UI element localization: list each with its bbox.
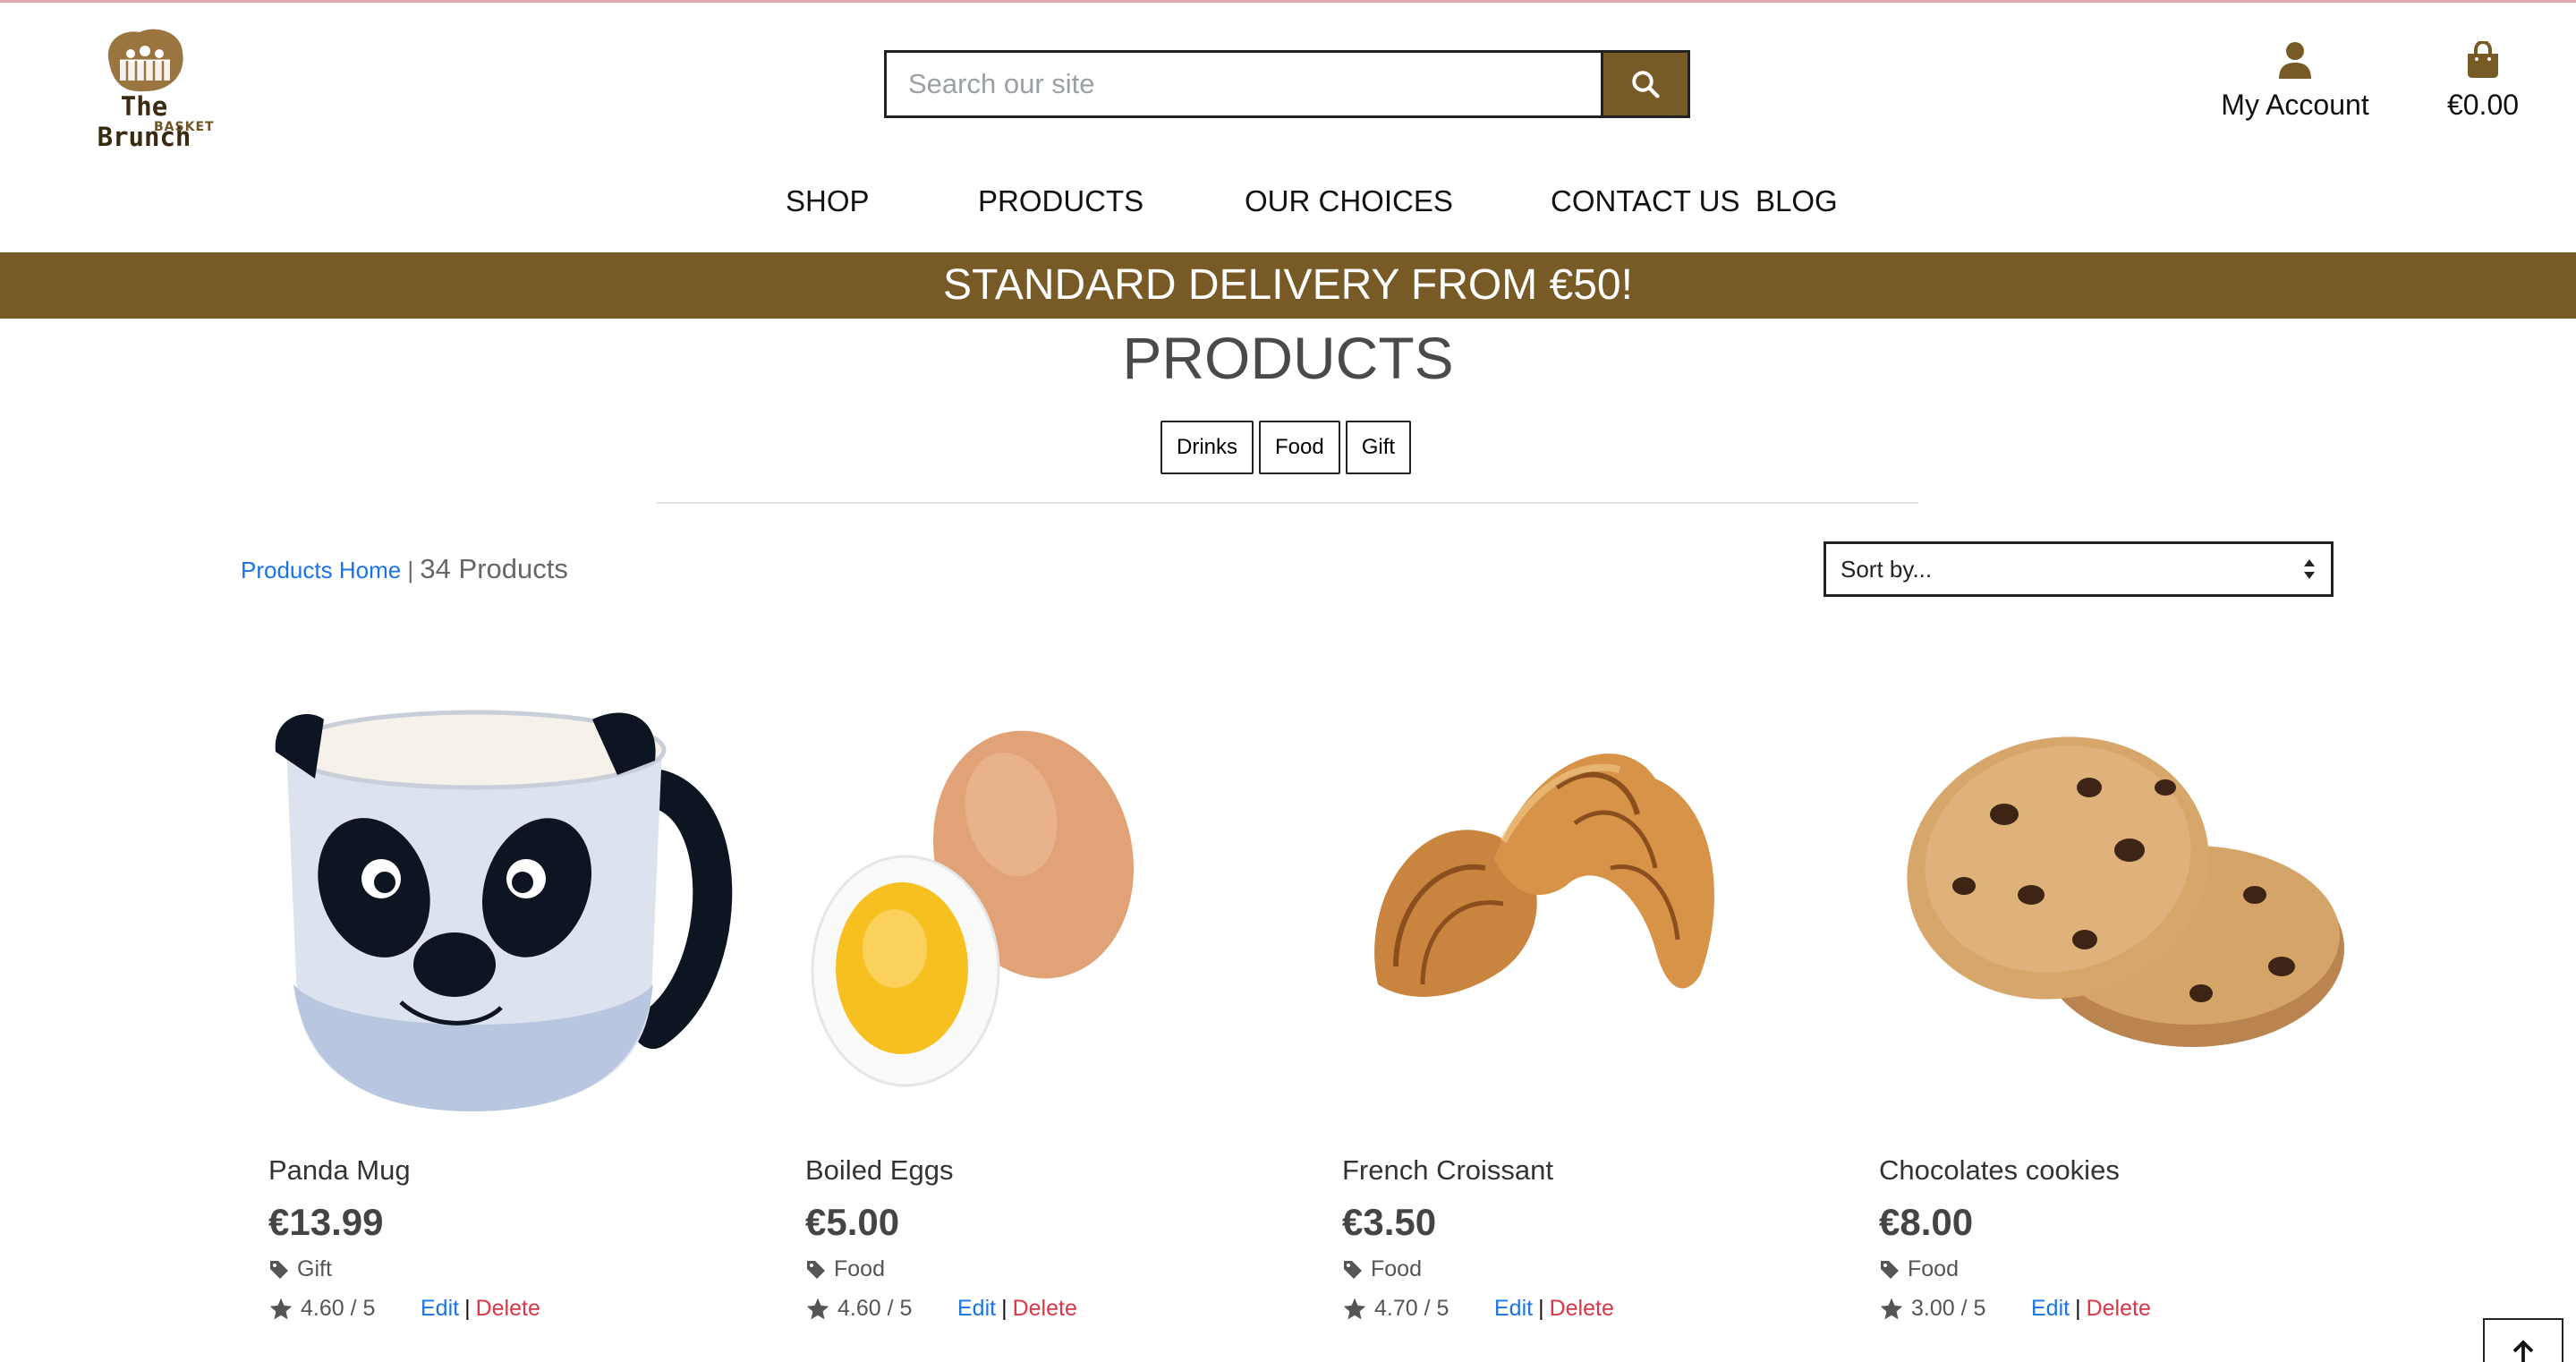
star-icon (1343, 1298, 1366, 1319)
nav-shop[interactable]: SHOP (786, 184, 870, 218)
edit-link[interactable]: Edit (2031, 1296, 2070, 1322)
cookies-image[interactable] (1879, 680, 2362, 1128)
sort-selected-value: Sort by... (1841, 555, 1933, 583)
product-rating: 4.60 / 5 (301, 1296, 376, 1321)
product-category[interactable]: Gift (268, 1256, 332, 1282)
product-category-label: Food (834, 1256, 885, 1281)
product-meta: 3.00 / 5 Edit | Delete (1879, 1296, 2151, 1322)
product-count: 34 Products (420, 553, 568, 584)
nav-our-choices[interactable]: OUR CHOICES (1245, 184, 1453, 218)
divider (657, 502, 1918, 504)
product-category-label: Gift (297, 1256, 332, 1281)
delete-link[interactable]: Delete (1013, 1296, 1077, 1322)
action-separator: | (2075, 1296, 2081, 1321)
top-accent-line (0, 0, 2576, 3)
search-button[interactable] (1601, 50, 1690, 118)
product-name[interactable]: Boiled Eggs (805, 1154, 953, 1187)
tag-icon (807, 1260, 825, 1279)
sort-arrows-icon (2304, 559, 2315, 579)
product-rating: 3.00 / 5 (1911, 1296, 1986, 1321)
sort-select[interactable]: Sort by... (1824, 541, 2334, 597)
brand-sub: BASKET (154, 120, 215, 134)
cart-total: €0.00 (2446, 89, 2520, 121)
back-to-top-button[interactable] (2483, 1318, 2563, 1362)
star-icon (269, 1298, 293, 1319)
star-icon (806, 1298, 829, 1319)
product-rating: 4.60 / 5 (837, 1296, 913, 1321)
boiled-eggs-image[interactable] (805, 680, 1288, 1128)
product-price: €13.99 (268, 1201, 384, 1243)
product-category-label: Food (1908, 1256, 1959, 1281)
nav-products[interactable]: PRODUCTS (978, 184, 1143, 218)
edit-link[interactable]: Edit (957, 1296, 996, 1322)
category-filters: Drinks Food Gift (1160, 421, 1412, 474)
product-category[interactable]: Food (1879, 1256, 1959, 1282)
delete-link[interactable]: Delete (476, 1296, 540, 1322)
product-name[interactable]: French Croissant (1342, 1154, 1553, 1187)
category-drinks-button[interactable]: Drinks (1160, 421, 1254, 474)
product-meta: 4.70 / 5 Edit | Delete (1342, 1296, 1614, 1322)
account-label: My Account (2221, 89, 2369, 121)
delete-link[interactable]: Delete (1550, 1296, 1614, 1322)
search-bar (884, 50, 1690, 118)
breadcrumb: Products Home | 34 Products (241, 553, 568, 585)
croissant-image[interactable] (1342, 680, 1825, 1128)
brand-logo[interactable]: The Brunch BASKET (68, 27, 220, 152)
product-price: €3.50 (1342, 1201, 1437, 1243)
action-separator: | (1001, 1296, 1007, 1321)
product-category-label: Food (1371, 1256, 1422, 1281)
delivery-banner: STANDARD DELIVERY FROM €50! (0, 252, 2576, 319)
product-meta: 4.60 / 5 Edit | Delete (268, 1296, 540, 1322)
shopping-cart-link[interactable]: €0.00 (2434, 39, 2532, 122)
product-category[interactable]: Food (805, 1256, 885, 1282)
tag-icon (1881, 1260, 1899, 1279)
arrow-up-icon (2512, 1340, 2534, 1362)
category-gift-button[interactable]: Gift (1345, 421, 1412, 474)
page-title: PRODUCTS (1122, 325, 1454, 391)
my-account-link[interactable]: My Account (2210, 41, 2380, 122)
product-rating: 4.70 / 5 (1374, 1296, 1450, 1321)
product-category[interactable]: Food (1342, 1256, 1422, 1282)
basket-logo-icon (107, 29, 183, 92)
edit-link[interactable]: Edit (1494, 1296, 1533, 1322)
user-icon (2279, 42, 2311, 79)
search-icon (1632, 71, 1660, 98)
product-name[interactable]: Chocolates cookies (1879, 1154, 2120, 1187)
edit-link[interactable]: Edit (421, 1296, 459, 1322)
action-separator: | (1538, 1296, 1544, 1321)
action-separator: | (464, 1296, 471, 1321)
shopping-bag-icon (2468, 39, 2498, 78)
product-name[interactable]: Panda Mug (268, 1154, 411, 1187)
star-icon (1880, 1298, 1903, 1319)
product-meta: 4.60 / 5 Edit | Delete (805, 1296, 1077, 1322)
nav-contact-us[interactable]: CONTACT US (1551, 184, 1739, 218)
products-home-link[interactable]: Products Home (241, 557, 401, 583)
delete-link[interactable]: Delete (2087, 1296, 2151, 1322)
breadcrumb-separator: | (407, 557, 414, 583)
category-food-button[interactable]: Food (1259, 421, 1340, 474)
product-price: €5.00 (805, 1201, 900, 1243)
tag-icon (1344, 1260, 1362, 1279)
panda-mug-image[interactable] (268, 680, 752, 1128)
nav-blog[interactable]: BLOG (1756, 184, 1838, 218)
search-input[interactable] (884, 50, 1601, 118)
tag-icon (270, 1260, 288, 1279)
product-price: €8.00 (1879, 1201, 1974, 1243)
main-nav: SHOP PRODUCTS OUR CHOICES CONTACT US BLO… (0, 184, 2576, 227)
